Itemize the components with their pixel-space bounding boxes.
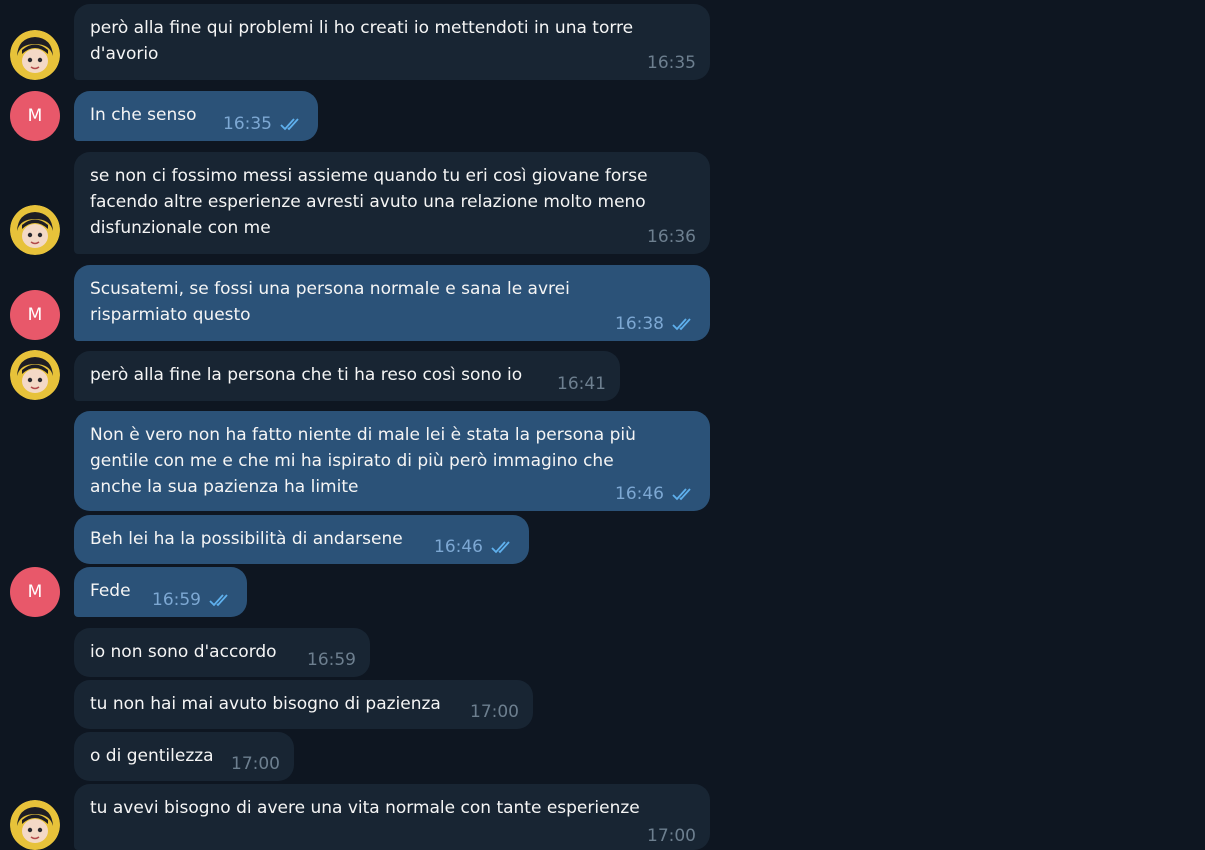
message-meta: 16:41 (557, 374, 606, 394)
message-meta: 16:36 (647, 227, 696, 247)
message-text: tu avevi bisogno di avere una vita norma… (90, 795, 640, 821)
message-bubble-outgoing[interactable]: Beh lei ha la possibilità di andarsene 1… (74, 515, 529, 564)
message-text: Scusatemi, se fossi una persona normale … (90, 276, 570, 328)
message-meta: 16:59 (152, 590, 233, 610)
message-line: tu non hai mai avuto bisogno di pazienza (90, 694, 441, 714)
user-avatar[interactable]: M (10, 290, 60, 340)
message-bubble-incoming[interactable]: o di gentilezza 17:00 (74, 732, 294, 781)
avatar-letter: M (27, 106, 43, 126)
double-check-icon (672, 317, 696, 331)
message-time: 17:00 (647, 826, 696, 846)
message-text: Beh lei ha la possibilità di andarsene (90, 526, 403, 552)
avatar-letter: M (27, 582, 43, 602)
message-bubble-incoming[interactable]: tu avevi bisogno di avere una vita norma… (74, 784, 710, 850)
message-meta: 16:35 (647, 53, 696, 73)
message-bubble-outgoing[interactable]: Non è vero non ha fatto niente di male l… (74, 411, 710, 511)
contact-avatar[interactable] (10, 350, 60, 400)
message-text: però alla fine la persona che ti ha reso… (90, 362, 522, 388)
message-text: se non ci fossimo messi assieme quando t… (90, 163, 648, 241)
message-bubble-outgoing[interactable]: In che senso 16:35 (74, 91, 318, 141)
message-bubble-outgoing[interactable]: Fede 16:59 (74, 567, 247, 617)
anime-avatar-icon (10, 800, 60, 850)
message-line: Fede (90, 581, 131, 601)
chat-history[interactable]: M M M però alla fine qui problemi li ho … (0, 0, 1205, 850)
message-line: facendo altre esperienze avresti avuto u… (90, 192, 646, 212)
message-bubble-incoming[interactable]: io non sono d'accordo 16:59 (74, 628, 370, 677)
double-check-icon (491, 540, 515, 554)
anime-avatar-icon (10, 30, 60, 80)
message-meta: 16:59 (307, 650, 356, 670)
message-bubble-incoming[interactable]: se non ci fossimo messi assieme quando t… (74, 152, 710, 254)
avatar-letter: M (27, 305, 43, 325)
double-check-icon (280, 117, 304, 131)
message-time: 16:59 (307, 650, 356, 670)
message-line: io non sono d'accordo (90, 642, 277, 662)
message-time: 16:35 (223, 114, 272, 134)
message-bubble-incoming[interactable]: tu non hai mai avuto bisogno di pazienza… (74, 680, 533, 729)
message-time: 17:00 (231, 754, 280, 774)
message-line: Scusatemi, se fossi una persona normale … (90, 279, 570, 299)
user-avatar[interactable]: M (10, 91, 60, 141)
message-meta: 17:00 (470, 702, 519, 722)
message-line: Non è vero non ha fatto niente di male l… (90, 425, 636, 445)
message-line: o di gentilezza (90, 746, 214, 766)
anime-avatar-icon (10, 205, 60, 255)
message-line: tu avevi bisogno di avere una vita norma… (90, 798, 640, 818)
message-time: 16:59 (152, 590, 201, 610)
message-time: 16:46 (434, 537, 483, 557)
message-line: anche la sua pazienza ha limite (90, 477, 359, 497)
message-line: però alla fine qui problemi li ho creati… (90, 18, 634, 38)
message-line: se non ci fossimo messi assieme quando t… (90, 166, 648, 186)
message-bubble-incoming[interactable]: però alla fine la persona che ti ha reso… (74, 351, 620, 401)
anime-avatar-icon (10, 350, 60, 400)
message-time: 16:35 (647, 53, 696, 73)
message-meta: 16:46 (615, 484, 696, 504)
message-time: 16:41 (557, 374, 606, 394)
message-time: 16:46 (615, 484, 664, 504)
message-line: Beh lei ha la possibilità di andarsene (90, 529, 403, 549)
contact-avatar[interactable] (10, 30, 60, 80)
message-line: In che senso (90, 105, 197, 125)
message-meta: 17:00 (647, 826, 696, 846)
message-bubble-incoming[interactable]: però alla fine qui problemi li ho creati… (74, 4, 710, 80)
message-time: 17:00 (470, 702, 519, 722)
double-check-icon (672, 487, 696, 501)
message-meta: 17:00 (231, 754, 280, 774)
message-line: disfunzionale con me (90, 218, 271, 238)
message-line: d'avorio (90, 44, 159, 64)
message-text: Fede (90, 578, 131, 604)
user-avatar[interactable]: M (10, 567, 60, 617)
message-text: però alla fine qui problemi li ho creati… (90, 15, 633, 67)
message-text: io non sono d'accordo (90, 639, 277, 665)
message-text: In che senso (90, 102, 197, 128)
message-bubble-outgoing[interactable]: Scusatemi, se fossi una persona normale … (74, 265, 710, 341)
message-text: tu non hai mai avuto bisogno di pazienza (90, 691, 441, 717)
message-meta: 16:38 (615, 314, 696, 334)
message-line: risparmiato questo (90, 305, 251, 325)
contact-avatar[interactable] (10, 205, 60, 255)
contact-avatar[interactable] (10, 800, 60, 850)
message-line: gentile con me e che mi ha ispirato di p… (90, 451, 614, 471)
message-text: Non è vero non ha fatto niente di male l… (90, 422, 636, 500)
message-time: 16:36 (647, 227, 696, 247)
message-meta: 16:46 (434, 537, 515, 557)
double-check-icon (209, 593, 233, 607)
message-meta: 16:35 (223, 114, 304, 134)
message-text: o di gentilezza (90, 743, 214, 769)
message-time: 16:38 (615, 314, 664, 334)
message-line: però alla fine la persona che ti ha reso… (90, 365, 523, 385)
